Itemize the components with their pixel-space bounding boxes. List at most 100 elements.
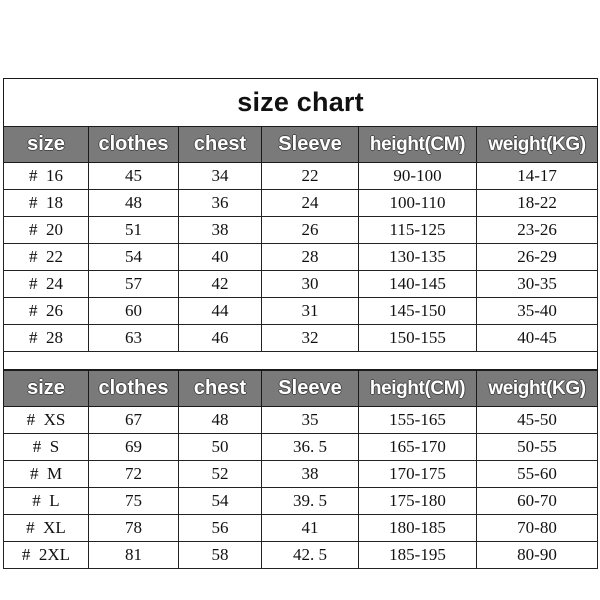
- cell-clothes: 63: [88, 324, 179, 352]
- size-chart-page: size chart size clothes chest Sleeve hei…: [0, 0, 600, 600]
- cell-sleeve: 41: [261, 514, 359, 542]
- cell-weight: 55-60: [476, 460, 598, 488]
- cell-height: 130-135: [358, 243, 477, 271]
- cell-weight: 80-90: [476, 541, 598, 569]
- table-row: # S 69 50 36. 5 165-170 50-55: [3, 433, 598, 461]
- cell-sleeve: 26: [261, 216, 359, 244]
- cell-weight: 23-26: [475, 216, 599, 244]
- cell-size: # XS: [3, 406, 89, 434]
- cell-height: 155-165: [358, 406, 477, 434]
- separator-cell: [2, 351, 599, 370]
- cell-height: 115-125: [358, 216, 477, 244]
- column-header-sleeve: Sleeve: [261, 126, 359, 163]
- cell-chest: 36: [178, 189, 262, 217]
- size-chart-table-kids: size chart size clothes chest Sleeve hei…: [2, 78, 599, 370]
- cell-chest: 42: [178, 270, 262, 298]
- cell-sleeve: 32: [261, 324, 359, 352]
- cell-size: # S: [3, 433, 89, 461]
- cell-weight: 45-50: [476, 406, 598, 434]
- cell-weight: 35-40: [475, 297, 599, 325]
- table-row: # XS 67 48 35 155-165 45-50: [3, 406, 598, 434]
- cell-weight: 14-17: [475, 162, 599, 190]
- cell-size: # L: [3, 487, 89, 515]
- cell-size: # 24: [3, 270, 89, 298]
- cell-size: # 2XL: [3, 541, 89, 569]
- page-title: size chart: [2, 78, 599, 127]
- column-header-weight: weight(KG): [476, 370, 598, 407]
- cell-height: 175-180: [358, 487, 477, 515]
- table-row: # 2XL 81 58 42. 5 185-195 80-90: [3, 541, 598, 569]
- column-header-height: height(CM): [358, 370, 477, 407]
- cell-weight: 40-45: [475, 324, 599, 352]
- cell-clothes: 72: [88, 460, 179, 488]
- cell-size: # XL: [3, 514, 89, 542]
- table-row: # M 72 52 38 170-175 55-60: [3, 460, 598, 488]
- cell-clothes: 60: [88, 297, 179, 325]
- cell-chest: 58: [178, 541, 262, 569]
- title-row: size chart: [2, 78, 599, 127]
- cell-weight: 50-55: [476, 433, 598, 461]
- cell-weight: 26-29: [475, 243, 599, 271]
- cell-chest: 34: [178, 162, 262, 190]
- cell-clothes: 67: [88, 406, 179, 434]
- table-row: # 20 51 38 26 115-125 23-26: [3, 216, 599, 244]
- cell-chest: 44: [178, 297, 262, 325]
- column-header-sleeve: Sleeve: [261, 370, 359, 407]
- cell-size: # 22: [3, 243, 89, 271]
- cell-sleeve: 38: [261, 460, 359, 488]
- cell-weight: 18-22: [475, 189, 599, 217]
- column-header-size: size: [3, 370, 89, 407]
- cell-chest: 40: [178, 243, 262, 271]
- cell-height: 185-195: [358, 541, 477, 569]
- cell-chest: 48: [178, 406, 262, 434]
- cell-chest: 52: [178, 460, 262, 488]
- cell-sleeve: 35: [261, 406, 359, 434]
- cell-weight: 30-35: [475, 270, 599, 298]
- cell-weight: 60-70: [476, 487, 598, 515]
- table-row: # L 75 54 39. 5 175-180 60-70: [3, 487, 598, 515]
- cell-clothes: 75: [88, 487, 179, 515]
- column-header-clothes: clothes: [88, 370, 179, 407]
- cell-size: # 28: [3, 324, 89, 352]
- cell-height: 140-145: [358, 270, 477, 298]
- cell-clothes: 48: [88, 189, 179, 217]
- cell-clothes: 51: [88, 216, 179, 244]
- cell-sleeve: 39. 5: [261, 487, 359, 515]
- table-separator-row: [2, 351, 599, 370]
- cell-sleeve: 28: [261, 243, 359, 271]
- cell-clothes: 69: [88, 433, 179, 461]
- table-row: # 22 54 40 28 130-135 26-29: [3, 243, 599, 271]
- cell-clothes: 57: [88, 270, 179, 298]
- cell-height: 180-185: [358, 514, 477, 542]
- cell-size: # 26: [3, 297, 89, 325]
- cell-clothes: 54: [88, 243, 179, 271]
- column-header-chest: chest: [178, 126, 262, 163]
- column-header-size: size: [3, 126, 89, 163]
- cell-weight: 70-80: [476, 514, 598, 542]
- column-header-height: height(CM): [358, 126, 477, 163]
- column-header-weight: weight(KG): [475, 126, 599, 163]
- cell-chest: 50: [178, 433, 262, 461]
- cell-height: 145-150: [358, 297, 477, 325]
- cell-height: 100-110: [358, 189, 477, 217]
- column-header-chest: chest: [178, 370, 262, 407]
- cell-clothes: 45: [88, 162, 179, 190]
- table-row: # 18 48 36 24 100-110 18-22: [3, 189, 599, 217]
- cell-chest: 56: [178, 514, 262, 542]
- cell-chest: 54: [178, 487, 262, 515]
- cell-sleeve: 22: [261, 162, 359, 190]
- cell-size: # M: [3, 460, 89, 488]
- cell-chest: 38: [178, 216, 262, 244]
- cell-height: 165-170: [358, 433, 477, 461]
- cell-sleeve: 36. 5: [261, 433, 359, 461]
- table-header-row-kids: size clothes chest Sleeve height(CM) wei…: [3, 126, 599, 163]
- cell-sleeve: 31: [261, 297, 359, 325]
- cell-size: # 16: [3, 162, 89, 190]
- table-row: # 26 60 44 31 145-150 35-40: [3, 297, 599, 325]
- cell-size: # 20: [3, 216, 89, 244]
- size-chart-container: size chart size clothes chest Sleeve hei…: [2, 78, 599, 569]
- table-row: # 16 45 34 22 90-100 14-17: [3, 162, 599, 190]
- cell-size: # 18: [3, 189, 89, 217]
- cell-clothes: 78: [88, 514, 179, 542]
- table-header-row-adult: size clothes chest Sleeve height(CM) wei…: [3, 370, 598, 407]
